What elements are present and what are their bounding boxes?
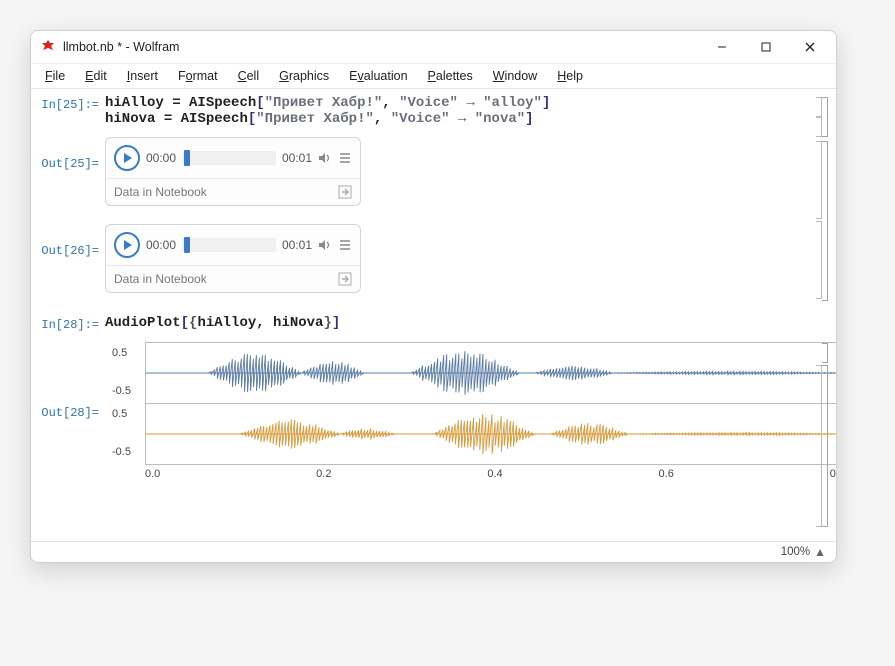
cell-label-in25: In[25]:= (41, 95, 99, 112)
x-tick-label: 0.8 (830, 468, 837, 480)
app-window: llmbot.nb * - Wolfram File Edit Insert F… (30, 30, 837, 563)
menu-graphics[interactable]: Graphics (271, 67, 337, 85)
audio-time-end: 00:01 (282, 238, 312, 252)
x-tick-label: 0.0 (145, 468, 160, 480)
cell-label-in28: In[28]:= (41, 315, 99, 332)
audio-menu-icon[interactable] (338, 152, 352, 164)
cell-content-out28: 0.5-0.50.5-0.5 0.00.20.40.60.8 (105, 338, 837, 480)
menu-help[interactable]: Help (549, 67, 591, 85)
cell-content-in25[interactable]: hiAlloy = AISpeech["Привет Хабр!", "Voic… (105, 95, 802, 127)
cell-brackets[interactable] (806, 97, 828, 513)
cell-out25: Out[25]= 00:00 00:01 Data in Notebook (41, 135, 802, 216)
cell-in28: In[28]:= AudioPlot[{hiAlloy, hiNova}] (41, 315, 802, 332)
waveform-pane-1: 0.5-0.5 (146, 404, 837, 464)
wolfram-icon (39, 38, 57, 56)
y-tick-label: 0.5 (112, 347, 127, 359)
audio-time-start: 00:00 (146, 238, 176, 252)
menu-file[interactable]: File (37, 67, 73, 85)
play-button[interactable] (114, 145, 140, 171)
audio-time-end: 00:01 (282, 151, 312, 165)
audio-track[interactable] (182, 238, 276, 252)
y-tick-label: -0.5 (112, 446, 131, 458)
x-tick-label: 0.4 (487, 468, 502, 480)
menu-cell[interactable]: Cell (230, 67, 268, 85)
audio-player-1: 00:00 00:01 Data in Notebook (105, 137, 361, 206)
audio-menu-icon[interactable] (338, 239, 352, 251)
cell-out26: Out[26]= 00:00 00:01 Data in Notebook (41, 222, 802, 303)
audio-track[interactable] (182, 151, 276, 165)
waveform-pane-0: 0.5-0.5 (146, 343, 837, 404)
audio-plot: 0.5-0.50.5-0.5 (145, 342, 837, 465)
cell-out28: Out[28]= 0.5-0.50.5-0.5 0.00.20.40.60.8 (41, 338, 802, 480)
audio-thumb[interactable] (184, 237, 190, 253)
x-tick-label: 0.2 (316, 468, 331, 480)
export-icon[interactable] (338, 272, 352, 286)
cell-label-out26: Out[26]= (41, 222, 99, 258)
cell-label-out28: Out[28]= (41, 338, 99, 420)
statusbar: 100% ▲ (31, 541, 836, 562)
cell-content-in28[interactable]: AudioPlot[{hiAlloy, hiNova}] (105, 315, 802, 331)
window-title: llmbot.nb * - Wolfram (63, 40, 700, 54)
close-button[interactable] (788, 31, 832, 63)
menu-palettes[interactable]: Palettes (420, 67, 481, 85)
code-line: AudioPlot[{hiAlloy, hiNova}] (105, 315, 802, 331)
code-line-2: hiNova = AISpeech["Привет Хабр!", "Voice… (105, 111, 802, 127)
code-line-1: hiAlloy = AISpeech["Привет Хабр!", "Voic… (105, 95, 802, 111)
y-tick-label: -0.5 (112, 385, 131, 397)
notebook-body: In[25]:= hiAlloy = AISpeech["Привет Хабр… (31, 89, 836, 541)
cell-label-out25: Out[25]= (41, 135, 99, 171)
titlebar: llmbot.nb * - Wolfram (31, 31, 836, 64)
menu-evaluation[interactable]: Evaluation (341, 67, 415, 85)
audio-player-2: 00:00 00:01 Data in Notebook (105, 224, 361, 293)
audio-footer-label: Data in Notebook (114, 272, 207, 286)
minimize-button[interactable] (700, 31, 744, 63)
scroll-up-icon[interactable]: ▲ (814, 545, 826, 559)
menubar: File Edit Insert Format Cell Graphics Ev… (31, 64, 836, 89)
audio-time-start: 00:00 (146, 151, 176, 165)
cell-content-out25: 00:00 00:01 Data in Notebook (105, 135, 802, 216)
menu-insert[interactable]: Insert (119, 67, 166, 85)
menu-window[interactable]: Window (485, 67, 545, 85)
x-tick-label: 0.6 (659, 468, 674, 480)
maximize-button[interactable] (744, 31, 788, 63)
volume-icon[interactable] (318, 152, 332, 164)
export-icon[interactable] (338, 185, 352, 199)
x-axis-ticks: 0.0 0.2 0.4 0.6 0.8 (145, 465, 837, 480)
zoom-level[interactable]: 100% (781, 546, 810, 558)
cell-in25: In[25]:= hiAlloy = AISpeech["Привет Хабр… (41, 95, 802, 127)
menu-edit[interactable]: Edit (77, 67, 115, 85)
audio-thumb[interactable] (184, 150, 190, 166)
play-button[interactable] (114, 232, 140, 258)
cell-content-out26: 00:00 00:01 Data in Notebook (105, 222, 802, 303)
menu-format[interactable]: Format (170, 67, 226, 85)
y-tick-label: 0.5 (112, 408, 127, 420)
audio-footer-label: Data in Notebook (114, 185, 207, 199)
volume-icon[interactable] (318, 239, 332, 251)
